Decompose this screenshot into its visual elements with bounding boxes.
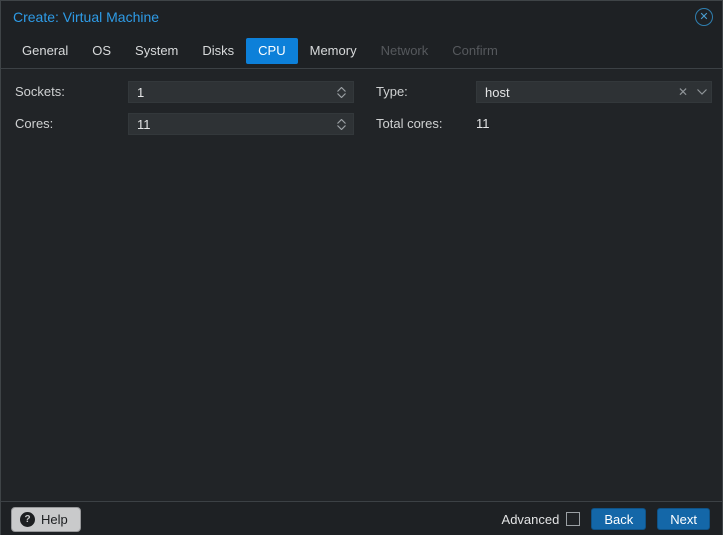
sockets-label: Sockets: xyxy=(15,81,65,103)
advanced-label: Advanced xyxy=(502,512,560,527)
question-icon: ? xyxy=(20,512,35,527)
spinner-up-icon[interactable] xyxy=(337,119,346,124)
cores-label: Cores: xyxy=(15,113,53,135)
tab-os[interactable]: OS xyxy=(80,38,123,64)
total-cores-value: 11 xyxy=(476,113,490,135)
back-button[interactable]: Back xyxy=(591,508,646,530)
tab-bar: General OS System Disks CPU Memory Netwo… xyxy=(1,33,722,69)
dialog-footer: ? Help Advanced Back Next xyxy=(1,501,722,535)
type-combo: ✕ xyxy=(476,81,712,103)
tab-system[interactable]: System xyxy=(123,38,190,64)
dialog-title: Create: Virtual Machine xyxy=(13,9,159,25)
cores-spinner[interactable] xyxy=(333,114,349,134)
next-button[interactable]: Next xyxy=(657,508,710,530)
spinner-up-icon[interactable] xyxy=(337,87,346,92)
cores-input[interactable] xyxy=(129,114,353,134)
help-button[interactable]: ? Help xyxy=(11,507,81,532)
sockets-field xyxy=(128,81,354,103)
type-input[interactable] xyxy=(477,82,711,102)
spinner-down-icon[interactable] xyxy=(337,93,346,98)
dialog-header: Create: Virtual Machine ✕ xyxy=(1,1,722,33)
clear-icon[interactable]: ✕ xyxy=(678,86,688,98)
tab-disks[interactable]: Disks xyxy=(190,38,246,64)
tab-general[interactable]: General xyxy=(10,38,80,64)
spinner-down-icon[interactable] xyxy=(337,125,346,130)
help-button-label: Help xyxy=(41,512,68,527)
chevron-down-icon[interactable] xyxy=(697,89,707,95)
tab-cpu[interactable]: CPU xyxy=(246,38,297,64)
sockets-input[interactable] xyxy=(129,82,353,102)
total-cores-label: Total cores: xyxy=(376,113,442,135)
tab-memory[interactable]: Memory xyxy=(298,38,369,64)
advanced-checkbox[interactable] xyxy=(566,512,580,526)
create-vm-dialog: { "window": { "title": "Create: Virtual … xyxy=(0,0,723,535)
tab-confirm: Confirm xyxy=(440,38,510,64)
cores-field xyxy=(128,113,354,135)
tab-network: Network xyxy=(369,38,441,64)
type-label: Type: xyxy=(376,81,408,103)
sockets-spinner[interactable] xyxy=(333,82,349,102)
close-icon[interactable]: ✕ xyxy=(695,8,713,26)
cpu-form-panel: Sockets: Type: ✕ Cores: Total cores: 11 xyxy=(1,70,722,501)
